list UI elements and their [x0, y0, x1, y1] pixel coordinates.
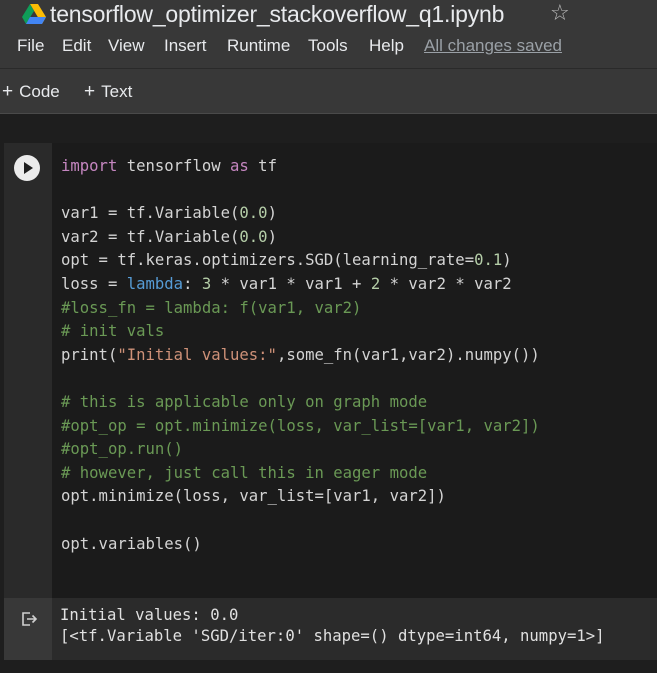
- save-status-link[interactable]: All changes saved: [424, 36, 562, 56]
- add-code-cell-button[interactable]: + Code: [2, 81, 60, 103]
- toolbar-divider: [0, 113, 657, 114]
- notebook-header: tensorflow_optimizer_stackoverflow_q1.ip…: [0, 0, 657, 68]
- code-line[interactable]: opt.variables(): [61, 533, 651, 557]
- code-line[interactable]: print("Initial values:",some_fn(var1,var…: [61, 344, 651, 368]
- cell-gutter: [4, 143, 52, 598]
- code-line[interactable]: opt = tf.keras.optimizers.SGD(learning_r…: [61, 249, 651, 273]
- notebook-title[interactable]: tensorflow_optimizer_stackoverflow_q1.ip…: [50, 1, 504, 28]
- code-line[interactable]: var1 = tf.Variable(0.0): [61, 202, 651, 226]
- output-line: Initial values: 0.0: [60, 606, 239, 624]
- plus-icon: +: [2, 81, 14, 102]
- output-gutter: [4, 598, 52, 660]
- code-line[interactable]: # this is applicable only on graph mode: [61, 391, 651, 415]
- output-redirect-icon[interactable]: [20, 610, 38, 628]
- code-editor[interactable]: import tensorflow as tf​var1 = tf.Variab…: [61, 155, 651, 556]
- menu-view[interactable]: View: [108, 36, 145, 56]
- menu-tools[interactable]: Tools: [308, 36, 348, 56]
- code-line[interactable]: ​: [61, 509, 651, 533]
- run-cell-button[interactable]: [14, 155, 40, 181]
- menu-file[interactable]: File: [17, 36, 44, 56]
- google-drive-icon[interactable]: [22, 4, 46, 24]
- menu-bar: File Edit View Insert Runtime Tools Help…: [0, 36, 657, 60]
- output-text: Initial values: 0.0 [<tf.Variable 'SGD/it…: [60, 605, 655, 647]
- code-line[interactable]: #opt_op = opt.minimize(loss, var_list=[v…: [61, 415, 651, 439]
- code-line[interactable]: #opt_op.run(): [61, 438, 651, 462]
- add-code-label: Code: [19, 82, 60, 101]
- code-line[interactable]: ​: [61, 179, 651, 203]
- menu-help[interactable]: Help: [369, 36, 404, 56]
- code-line[interactable]: loss = lambda: 3 * var1 * var1 + 2 * var…: [61, 273, 651, 297]
- plus-icon: +: [84, 81, 96, 102]
- play-icon: [24, 162, 33, 174]
- title-row: tensorflow_optimizer_stackoverflow_q1.ip…: [0, 0, 657, 30]
- code-line[interactable]: #loss_fn = lambda: f(var1, var2): [61, 297, 651, 321]
- add-text-label: Text: [101, 82, 133, 101]
- output-line: [<tf.Variable 'SGD/iter:0' shape=() dtyp…: [60, 627, 605, 645]
- code-line[interactable]: opt.minimize(loss, var_list=[var1, var2]…: [61, 485, 651, 509]
- menu-edit[interactable]: Edit: [62, 36, 91, 56]
- code-line[interactable]: var2 = tf.Variable(0.0): [61, 226, 651, 250]
- code-line[interactable]: import tensorflow as tf: [61, 155, 651, 179]
- add-text-cell-button[interactable]: + Text: [84, 81, 132, 103]
- menu-runtime[interactable]: Runtime: [227, 36, 290, 56]
- star-icon[interactable]: ☆: [550, 1, 570, 25]
- code-line[interactable]: # however, just call this in eager mode: [61, 462, 651, 486]
- colab-notebook: tensorflow_optimizer_stackoverflow_q1.ip…: [0, 0, 657, 673]
- menu-insert[interactable]: Insert: [164, 36, 207, 56]
- toolbar: + Code + Text: [0, 68, 657, 114]
- code-line[interactable]: # init vals: [61, 320, 651, 344]
- code-line[interactable]: ​: [61, 367, 651, 391]
